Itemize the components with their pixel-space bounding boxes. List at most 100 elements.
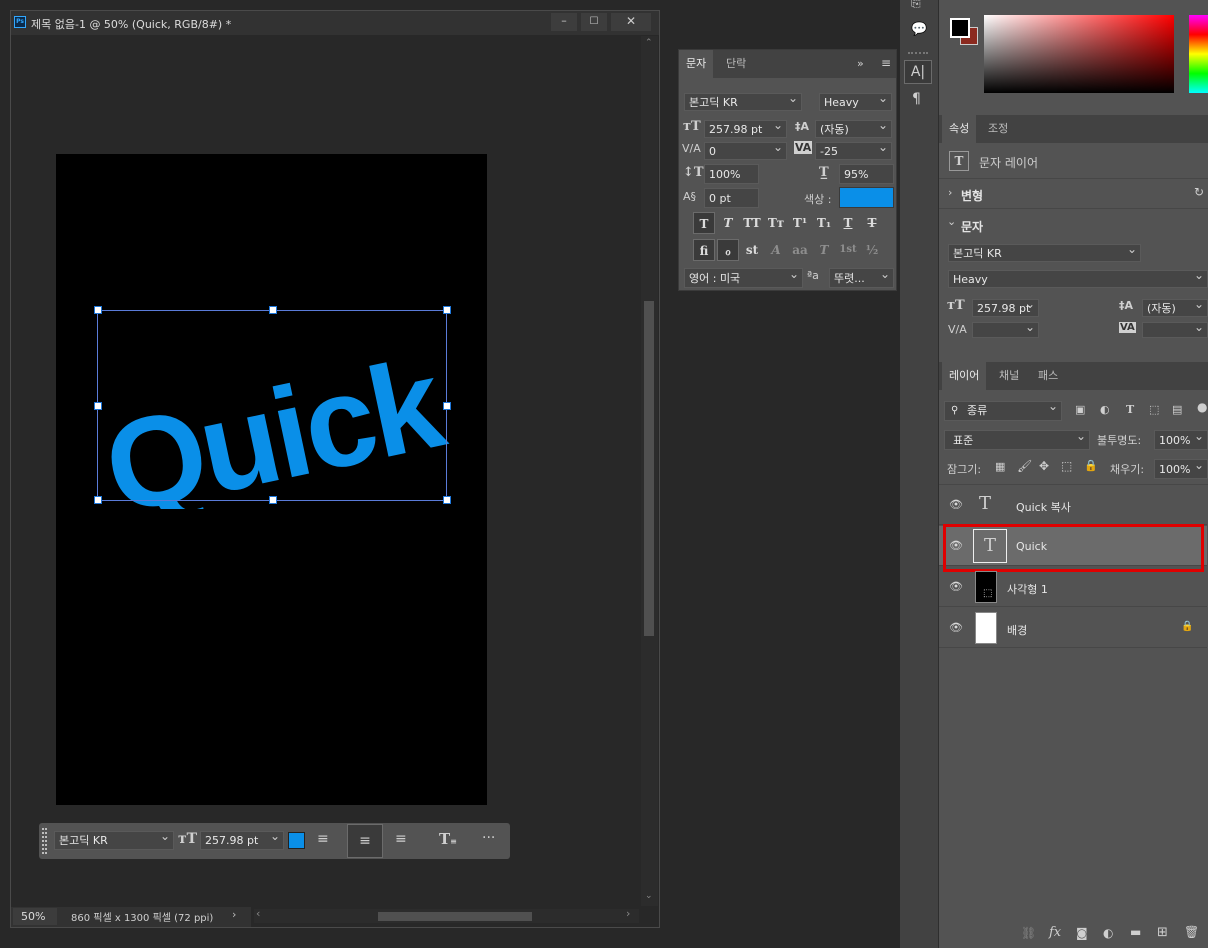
tab-layers[interactable]: 레이어 <box>942 362 987 390</box>
filter-smart-object-icon[interactable]: ▤ <box>1172 403 1182 416</box>
align-right-icon[interactable]: ≡ <box>395 831 407 847</box>
lock-artboard-icon[interactable]: ⬚ <box>1061 459 1072 473</box>
tab-adjustments[interactable]: 조정 <box>981 115 1015 143</box>
link-layers-icon[interactable]: ⛓ <box>1021 926 1036 940</box>
lock-image-pixels-icon[interactable]: 🖌 <box>1017 459 1032 473</box>
props-kerning-select[interactable] <box>972 322 1039 338</box>
props-font-style-select[interactable]: Heavy <box>948 270 1208 288</box>
visibility-eye-icon[interactable]: 👁 <box>949 621 963 634</box>
scroll-up-icon[interactable]: ⌃ <box>645 38 653 48</box>
transform-handle[interactable] <box>269 496 277 504</box>
filter-shape-icon[interactable]: ⬚ <box>1149 403 1159 416</box>
layer-row-quick-copy[interactable]: 👁 T Quick 복사 <box>939 485 1207 525</box>
add-mask-icon[interactable]: ◙ <box>1076 926 1088 940</box>
props-tracking-select[interactable] <box>1142 322 1208 338</box>
fractions-button[interactable]: ½ <box>861 239 883 261</box>
ctx-font-size-select[interactable]: 257.98 pt <box>200 831 284 850</box>
filter-toggle-icon[interactable]: ● <box>1197 400 1207 414</box>
contextual-alternates-button[interactable]: ℴ <box>717 239 739 261</box>
character-panel-icon[interactable]: A| <box>904 60 932 84</box>
align-left-icon[interactable]: ≡ <box>317 831 329 847</box>
comments-icon[interactable]: 💬 <box>911 22 927 37</box>
transform-chevron-icon[interactable]: › <box>948 186 952 199</box>
font-style-select[interactable]: Heavy <box>819 93 892 111</box>
subscript-button[interactable]: T₁ <box>813 212 835 234</box>
align-center-icon[interactable]: ≡ <box>347 824 383 858</box>
history-icon[interactable]: ⎘ <box>911 0 921 11</box>
props-font-size-select[interactable]: 257.98 pt <box>972 299 1039 317</box>
blend-mode-select[interactable]: 표준 <box>944 430 1090 450</box>
document-titlebar[interactable]: Ps 제목 없음-1 @ 50% (Quick, RGB/8#) * – ☐ ✕ <box>11 11 659 35</box>
character-chevron-icon[interactable]: ⌄ <box>947 215 956 228</box>
visibility-eye-icon[interactable]: 👁 <box>949 498 963 511</box>
text-options-icon[interactable]: T≡ <box>439 830 457 848</box>
paragraph-panel-icon[interactable]: ¶ <box>912 91 921 107</box>
filter-adjustment-icon[interactable]: ◐ <box>1100 403 1110 416</box>
hue-slider[interactable] <box>1189 15 1208 93</box>
visibility-eye-icon[interactable]: 👁 <box>949 580 963 593</box>
fill-input[interactable]: 100% <box>1154 459 1208 479</box>
maximize-button[interactable]: ☐ <box>581 13 607 31</box>
lock-position-icon[interactable]: ✥ <box>1039 459 1049 473</box>
transform-bounding-box[interactable] <box>97 310 447 501</box>
horizontal-scrollbar[interactable]: ‹ › <box>254 907 639 923</box>
faux-bold-button[interactable]: T <box>693 212 715 234</box>
filter-pixel-icon[interactable]: ▣ <box>1075 403 1085 416</box>
vertical-scroll-thumb[interactable] <box>644 301 654 636</box>
minimize-button[interactable]: – <box>551 13 577 31</box>
tracking-select[interactable]: -25 <box>815 142 892 160</box>
discretionary-ligatures-button[interactable]: st <box>741 239 763 261</box>
underline-button[interactable]: T <box>837 212 859 234</box>
transform-handle[interactable] <box>94 306 102 314</box>
baseline-shift-input[interactable]: 0 pt <box>704 188 759 208</box>
color-spectrum-field[interactable] <box>984 15 1174 93</box>
titling-alternates-button[interactable]: T <box>813 239 835 261</box>
small-caps-button[interactable]: Tт <box>765 212 787 234</box>
scroll-down-icon[interactable]: ⌄ <box>645 891 653 901</box>
all-caps-button[interactable]: TT <box>741 212 763 234</box>
collapse-panel-icon[interactable]: » <box>857 57 864 70</box>
kerning-select[interactable]: 0 <box>704 142 787 160</box>
vertical-scrollbar[interactable]: ⌃ ⌄ <box>641 36 658 906</box>
superscript-button[interactable]: T¹ <box>789 212 811 234</box>
transform-handle[interactable] <box>443 496 451 504</box>
layer-name[interactable]: Quick 복사 <box>1016 499 1071 515</box>
horizontal-scroll-thumb[interactable] <box>378 912 532 921</box>
drag-grip-icon[interactable] <box>42 828 47 854</box>
tab-paths[interactable]: 패스 <box>1031 362 1065 390</box>
status-menu-chevron-icon[interactable]: › <box>232 908 236 921</box>
stylistic-alternates-button[interactable]: aa <box>789 239 811 261</box>
zoom-level[interactable]: 50% <box>13 908 57 925</box>
tab-properties[interactable]: 속성 <box>942 115 977 143</box>
opacity-input[interactable]: 100% <box>1154 430 1208 450</box>
layer-row-background[interactable]: 👁 배경 🔒 <box>939 608 1207 648</box>
horizontal-scale-input[interactable]: 95% <box>839 164 894 184</box>
transform-handle[interactable] <box>269 306 277 314</box>
close-button[interactable]: ✕ <box>611 13 651 31</box>
transform-handle[interactable] <box>94 496 102 504</box>
transform-handle[interactable] <box>94 402 102 410</box>
new-adjustment-layer-icon[interactable]: ◐ <box>1103 926 1113 940</box>
new-layer-icon[interactable]: ⊞ <box>1157 925 1168 940</box>
panel-menu-icon[interactable]: ≡ <box>881 56 891 70</box>
ligatures-button[interactable]: fi <box>693 239 715 261</box>
ctx-text-color-swatch[interactable] <box>288 832 305 849</box>
character-section-label[interactable]: 문자 <box>961 218 983 235</box>
transform-handle[interactable] <box>443 306 451 314</box>
swash-button[interactable]: A <box>765 239 787 261</box>
props-leading-select[interactable]: (자동) <box>1142 299 1208 317</box>
strikethrough-button[interactable]: T <box>861 212 883 234</box>
vertical-scale-input[interactable]: 100% <box>704 164 759 184</box>
delete-layer-icon[interactable]: 🗑 <box>1184 925 1199 939</box>
scroll-right-icon[interactable]: › <box>626 907 630 920</box>
props-font-family-select[interactable]: 본고딕 KR <box>948 244 1141 262</box>
tab-character[interactable]: 문자 <box>679 50 714 78</box>
ordinals-button[interactable]: 1st <box>837 239 859 261</box>
filter-type-icon[interactable]: T <box>1126 403 1134 416</box>
font-size-select[interactable]: 257.98 pt <box>704 120 787 138</box>
antialias-select[interactable]: 뚜렷... <box>829 268 894 288</box>
layer-styles-icon[interactable]: fx <box>1049 925 1061 940</box>
scroll-left-icon[interactable]: ‹ <box>256 907 260 920</box>
tab-channels[interactable]: 채널 <box>992 362 1026 390</box>
tab-paragraph[interactable]: 단락 <box>719 50 753 78</box>
